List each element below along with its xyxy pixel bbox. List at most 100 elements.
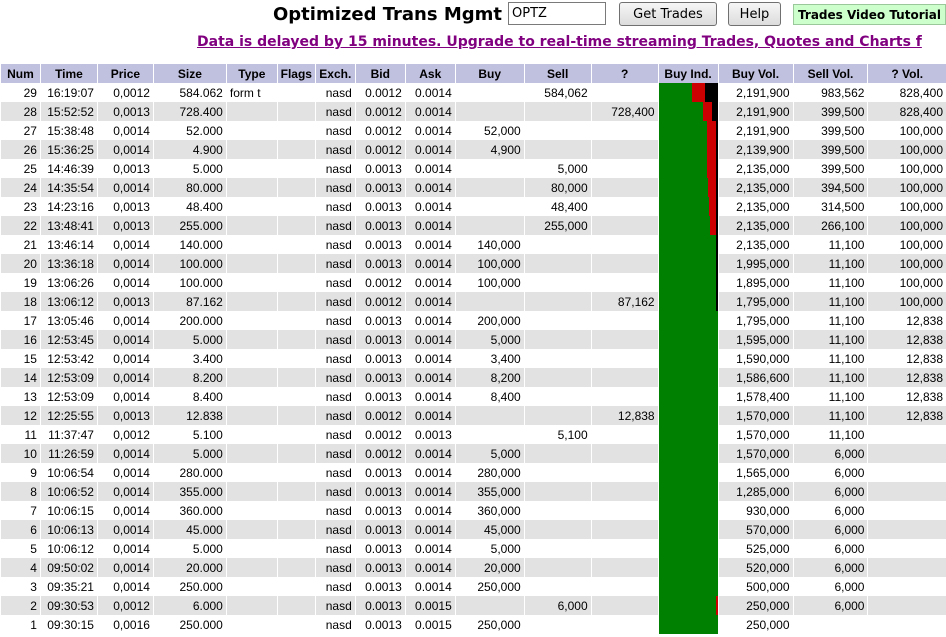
cell-flags	[277, 140, 315, 159]
cell-q	[591, 349, 658, 368]
cell-bid: 0.0013	[355, 330, 405, 349]
cell-ask: 0.0014	[405, 140, 455, 159]
sell-indicator-black-bar	[716, 197, 718, 216]
cell-sell	[524, 387, 591, 406]
cell-flags	[277, 102, 315, 121]
cell-buy-vol: 1,595,000	[718, 330, 793, 349]
cell-q-vol: 12,838	[868, 368, 946, 387]
cell-flags	[277, 539, 315, 558]
cell-buy	[455, 83, 524, 102]
cell-flags	[277, 368, 315, 387]
cell-exch: nasd	[315, 596, 355, 615]
cell-flags	[277, 463, 315, 482]
cell-num: 2	[1, 596, 41, 615]
cell-flags	[277, 292, 315, 311]
buy-indicator-cell	[658, 539, 718, 558]
cell-time: 10:06:15	[40, 501, 97, 520]
cell-sell	[524, 235, 591, 254]
symbol-input[interactable]	[508, 2, 606, 25]
cell-size: 8.200	[153, 368, 226, 387]
buy-indicator-cell	[658, 83, 718, 102]
column-header: Bid	[355, 64, 405, 83]
cell-flags	[277, 159, 315, 178]
cell-exch: nasd	[315, 235, 355, 254]
cell-q-vol	[868, 615, 946, 634]
cell-time: 13:36:18	[40, 254, 97, 273]
cell-buy-vol: 250,000	[718, 615, 793, 634]
cell-price: 0,0014	[97, 254, 153, 273]
cell-exch: nasd	[315, 349, 355, 368]
cell-sell-vol: 314,500	[793, 197, 868, 216]
cell-price: 0,0014	[97, 539, 153, 558]
cell-q: 87,162	[591, 292, 658, 311]
cell-time: 10:06:13	[40, 520, 97, 539]
cell-time: 11:37:47	[40, 425, 97, 444]
trades-video-tutorial-link[interactable]: Trades Video Tutorial	[793, 4, 946, 25]
cell-num: 16	[1, 330, 41, 349]
cell-buy-vol: 2,135,000	[718, 159, 793, 178]
cell-num: 10	[1, 444, 41, 463]
cell-buy-vol: 2,191,900	[718, 102, 793, 121]
cell-size: 360.000	[153, 501, 226, 520]
sell-indicator-black-bar	[705, 83, 718, 102]
cell-type	[226, 387, 277, 406]
cell-q-vol	[868, 482, 946, 501]
cell-size: 584.062	[153, 83, 226, 102]
cell-q-vol: 12,838	[868, 311, 946, 330]
cell-q: 728,400	[591, 102, 658, 121]
cell-q-vol	[868, 425, 946, 444]
cell-bid: 0.0012	[355, 425, 405, 444]
cell-q	[591, 539, 658, 558]
buy-indicator-cell	[658, 273, 718, 292]
cell-exch: nasd	[315, 539, 355, 558]
cell-q	[591, 615, 658, 634]
cell-buy: 8,400	[455, 387, 524, 406]
column-header: Flags	[277, 64, 315, 83]
cell-num: 12	[1, 406, 41, 425]
cell-buy-vol: 1,565,000	[718, 463, 793, 482]
cell-sell: 6,000	[524, 596, 591, 615]
table-row: 1713:05:460,0014200.000nasd0.00130.00142…	[1, 311, 946, 330]
upgrade-banner-link[interactable]: Data is delayed by 15 minutes. Upgrade t…	[197, 34, 946, 54]
cell-num: 21	[1, 235, 41, 254]
buy-indicator-cell	[658, 520, 718, 539]
cell-bid: 0.0013	[355, 235, 405, 254]
cell-time: 14:23:16	[40, 197, 97, 216]
cell-price: 0,0014	[97, 558, 153, 577]
cell-sell	[524, 463, 591, 482]
cell-exch: nasd	[315, 292, 355, 311]
cell-price: 0,0013	[97, 406, 153, 425]
cell-bid: 0.0013	[355, 178, 405, 197]
cell-buy: 355,000	[455, 482, 524, 501]
cell-flags	[277, 615, 315, 634]
sell-indicator-red-bar	[703, 102, 712, 121]
cell-buy-vol: 2,135,000	[718, 235, 793, 254]
cell-buy-vol: 1,570,000	[718, 444, 793, 463]
cell-type	[226, 577, 277, 596]
cell-type	[226, 235, 277, 254]
cell-q	[591, 577, 658, 596]
cell-sell-vol: 11,100	[793, 406, 868, 425]
help-button[interactable]: Help	[728, 2, 781, 26]
sell-indicator-red-bar	[692, 83, 705, 102]
cell-ask: 0.0014	[405, 406, 455, 425]
column-header: Type	[226, 64, 277, 83]
cell-buy: 140,000	[455, 235, 524, 254]
cell-bid: 0.0013	[355, 482, 405, 501]
cell-price: 0,0014	[97, 140, 153, 159]
cell-q	[591, 235, 658, 254]
cell-time: 13:06:26	[40, 273, 97, 292]
cell-buy-vol: 1,795,000	[718, 311, 793, 330]
cell-buy	[455, 178, 524, 197]
buy-indicator-cell	[658, 463, 718, 482]
get-trades-button[interactable]: Get Trades	[619, 2, 717, 26]
cell-num: 14	[1, 368, 41, 387]
buy-indicator-cell	[658, 121, 718, 140]
sell-indicator-red-bar	[708, 178, 716, 197]
cell-type	[226, 311, 277, 330]
cell-size: 5.100	[153, 425, 226, 444]
cell-q-vol	[868, 463, 946, 482]
cell-sell	[524, 349, 591, 368]
cell-exch: nasd	[315, 159, 355, 178]
buy-indicator-cell	[658, 349, 718, 368]
